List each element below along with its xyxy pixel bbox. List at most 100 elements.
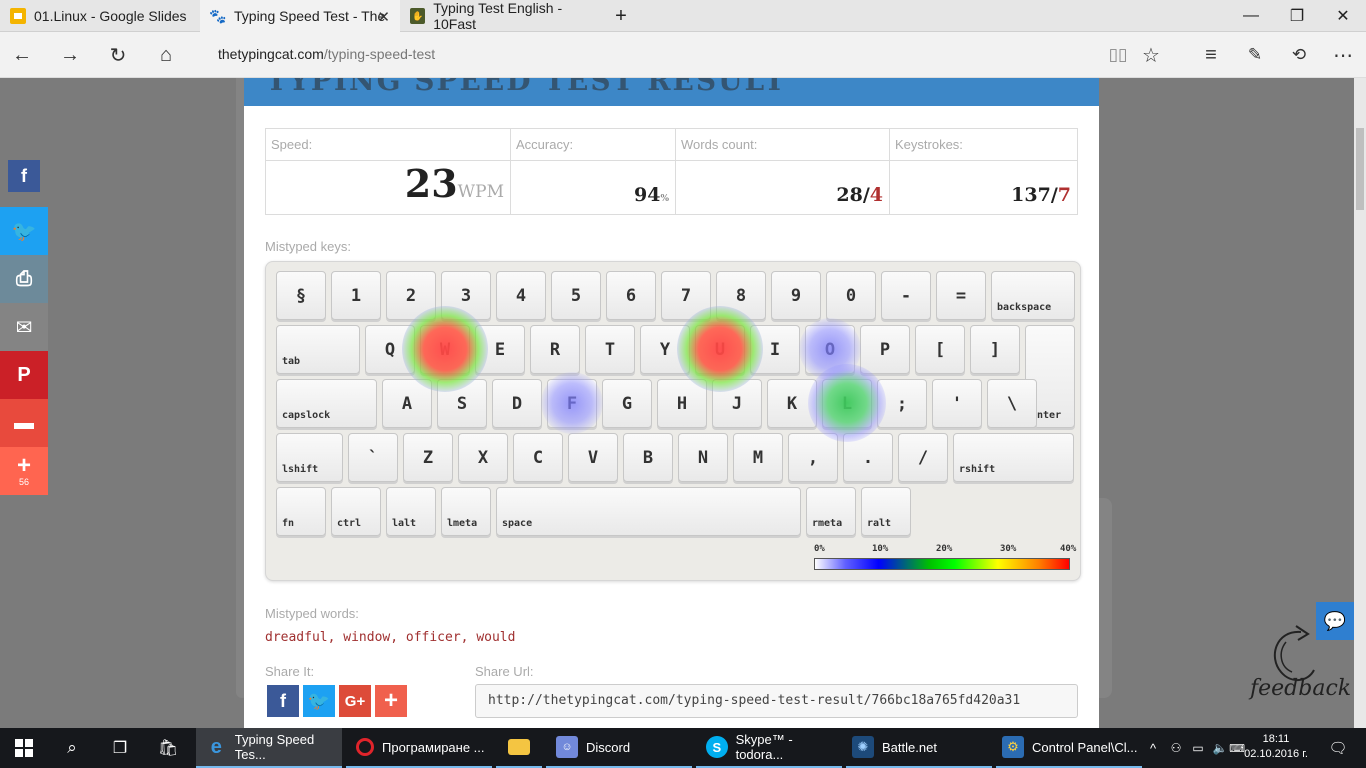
key-k59: ; — [877, 379, 927, 428]
file-explorer-icon — [508, 739, 530, 755]
scrollbar-thumb[interactable] — [1356, 128, 1364, 210]
tab-google-slides[interactable]: 01.Linux - Google Slides — [0, 0, 200, 32]
task-view-button[interactable]: ❐ — [96, 728, 144, 768]
taskbar-app-discord[interactable]: ☺ Discord — [546, 728, 692, 768]
print-icon: ⎙ — [16, 267, 32, 290]
key-9: 9 — [771, 271, 821, 320]
minimize-button[interactable]: — — [1228, 0, 1274, 32]
back-button[interactable]: ← — [6, 40, 38, 70]
share-googleplus-button[interactable]: G+ — [339, 685, 371, 717]
store-button[interactable]: 🛍 — [144, 728, 192, 768]
key-k96: ` — [348, 433, 398, 482]
key-l: L — [822, 379, 872, 428]
key-k61: = — [936, 271, 986, 320]
scale-tick-label: 30% — [1000, 544, 1017, 554]
sidebar-share-more-button[interactable]: + 56 — [0, 447, 48, 495]
key-d: D — [492, 379, 542, 428]
taskbar-app-label: Battle.net — [882, 739, 937, 755]
share-twitter-button[interactable]: 🐦 — [303, 685, 335, 717]
share-url-label: Share Url: — [475, 664, 534, 679]
google-slides-icon — [10, 8, 26, 24]
facebook-icon: f — [280, 690, 286, 711]
network-icon[interactable]: ▭ — [1188, 728, 1208, 768]
key-q: Q — [365, 325, 415, 374]
keystrokes-value: 137/7 — [1011, 184, 1071, 206]
stats-table: Speed: 23WPM Accuracy: 94% Words count: … — [265, 128, 1078, 215]
keyboard-heatmap: § 1 2 3 4 5 6 7 8 9 0- = backspace tab Q W E R T Y U I O P[] ent… — [265, 261, 1081, 581]
start-button[interactable] — [0, 728, 48, 768]
sidebar-pinterest-button[interactable]: P — [0, 351, 48, 399]
accuracy-label: Accuracy: — [516, 137, 574, 152]
key-lmeta: lmeta — [441, 487, 491, 536]
new-tab-button[interactable]: + — [598, 0, 644, 32]
forward-button[interactable]: → — [54, 40, 86, 70]
sidebar-email-button[interactable]: ✉ — [0, 303, 48, 351]
chevron-up-icon: ^ — [1149, 740, 1157, 756]
scale-tick-label: 20% — [936, 544, 953, 554]
home-button[interactable]: ⌂ — [150, 40, 182, 70]
words-value: 28/4 — [836, 184, 883, 206]
taskbar-app-label: Програмиране ... — [382, 739, 485, 755]
key-rshift: rshift — [953, 433, 1074, 482]
key-k45: - — [881, 271, 931, 320]
sidebar-facebook-button[interactable]: f — [8, 160, 40, 192]
favorite-star-icon[interactable]: ☆ — [1135, 40, 1167, 70]
key-k47: / — [898, 433, 948, 482]
taskbar-app-battlenet[interactable]: ✺ Battle.net — [846, 728, 992, 768]
taskbar-app-control-panel[interactable]: ⚙ Control Panel\Cl... — [996, 728, 1142, 768]
share-url-field[interactable]: http://thetypingcat.com/typing-speed-tes… — [475, 684, 1078, 718]
system-clock[interactable]: 18:11 02.10.2016 г. — [1240, 732, 1312, 762]
reading-view-icon[interactable]: ▯▯ — [1102, 40, 1134, 70]
accuracy-number: 94 — [633, 184, 661, 206]
key-k93: ] — [970, 325, 1020, 374]
skype-icon: S — [706, 736, 728, 758]
scale-tick-label: 0% — [814, 544, 825, 554]
tab-typing-speed-test[interactable]: 🐾 Typing Speed Test - The ✕ — [200, 0, 400, 32]
taskbar-app-label: Typing Speed Tes... — [234, 732, 315, 762]
volume-icon[interactable]: 🔈 — [1210, 728, 1230, 768]
key-0: 0 — [826, 271, 876, 320]
key-backspace: backspace — [991, 271, 1075, 320]
close-window-button[interactable]: ✕ — [1320, 0, 1366, 32]
more-icon[interactable]: ⋯ — [1327, 40, 1359, 70]
task-view-icon: ❐ — [112, 740, 128, 757]
refresh-button[interactable]: ↻ — [102, 40, 134, 70]
feedback-logo[interactable]: feedback — [1246, 612, 1351, 712]
key-capslock: capslock — [276, 379, 377, 428]
result-header: TYPING SPEED TEST RESULT — [244, 78, 1099, 106]
share-facebook-button[interactable]: f — [267, 685, 299, 717]
taskbar-app-skype[interactable]: S Skype™ - todora... — [696, 728, 842, 768]
speed-value: 23WPM — [405, 161, 504, 206]
taskbar-app-edge[interactable]: e Typing Speed Tes... — [196, 728, 342, 768]
taskbar-app-opera[interactable]: Програмиране ... — [346, 728, 492, 768]
sidebar-print-button[interactable]: ⎙ — [0, 255, 48, 303]
taskbar-app-explorer[interactable] — [496, 728, 542, 768]
taskbar: ⌕ ❐ 🛍 e Typing Speed Tes... Програмиране … — [0, 728, 1366, 768]
accuracy-value: 94% — [634, 184, 669, 206]
sidebar-twitter-button[interactable]: 🐦 — [0, 207, 48, 255]
url-field[interactable]: thetypingcat.com/typing-speed-test — [218, 46, 435, 62]
action-center-button[interactable]: 🗨 — [1318, 728, 1358, 768]
url-path: /typing-speed-test — [323, 46, 436, 62]
key-7: 7 — [661, 271, 711, 320]
show-hidden-icons-button[interactable]: ^ — [1144, 728, 1162, 768]
plus-icon: + — [383, 687, 398, 714]
search-button[interactable]: ⌕ — [48, 728, 96, 768]
clock-date: 02.10.2016 г. — [1244, 748, 1308, 760]
share-icon[interactable]: ⟲ — [1283, 40, 1315, 70]
sidebar-comment-button[interactable]: ▬ — [0, 399, 48, 447]
vertical-scrollbar[interactable] — [1354, 78, 1366, 728]
web-note-icon[interactable]: ✎ — [1239, 40, 1271, 70]
key-j: J — [712, 379, 762, 428]
key-v: V — [568, 433, 618, 482]
people-tray-icon[interactable]: ⚇ — [1166, 728, 1186, 768]
close-tab-icon[interactable]: ✕ — [377, 8, 390, 26]
key-a: A — [382, 379, 432, 428]
comment-icon: ▬ — [14, 411, 34, 434]
paw-icon: 🐾 — [209, 7, 227, 24]
share-more-button[interactable]: + — [375, 685, 407, 717]
hub-icon[interactable]: ≡ — [1195, 40, 1227, 70]
store-icon: 🛍 — [157, 740, 179, 757]
maximize-button[interactable]: ❐ — [1274, 0, 1320, 32]
tab-10fastfingers[interactable]: ✋ Typing Test English - 10Fast — [400, 0, 600, 32]
